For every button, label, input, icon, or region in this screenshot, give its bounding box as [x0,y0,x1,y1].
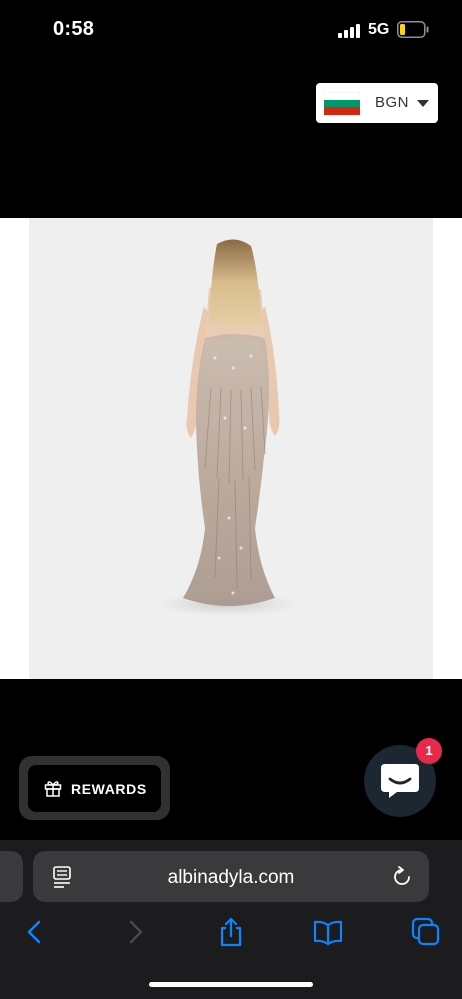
chevron-down-icon [417,100,429,107]
back-icon[interactable] [20,917,50,947]
chat-notification-badge: 1 [416,738,442,764]
battery-icon [397,21,429,38]
currency-selector[interactable]: BGN [316,83,438,123]
status-bar: 0:58 5G [0,0,462,60]
address-bar[interactable]: albinadyla.com [33,851,429,902]
url-text: albinadyla.com [167,867,295,888]
forward-icon[interactable] [120,917,150,947]
evening-gown-figure [157,239,297,616]
bookmarks-icon[interactable] [313,917,343,947]
previous-tab-preview[interactable] [0,851,23,902]
rewards-label: REWARDS [71,781,147,797]
product-image-area [0,218,462,679]
browser-toolbar: albinadyla.com [0,840,462,999]
share-icon[interactable] [216,917,246,947]
network-type: 5G [368,21,390,38]
reload-icon[interactable] [391,866,413,888]
bulgaria-flag-icon [324,92,360,115]
tabs-icon[interactable] [411,917,441,947]
gift-icon [44,781,62,797]
product-photo[interactable] [29,218,433,679]
status-time: 0:58 [53,18,95,40]
cellular-signal-icon [338,24,360,38]
chat-bubble-icon [381,764,419,798]
rewards-button[interactable]: REWARDS [28,765,161,812]
home-indicator [149,982,313,987]
currency-code: BGN [375,94,410,111]
